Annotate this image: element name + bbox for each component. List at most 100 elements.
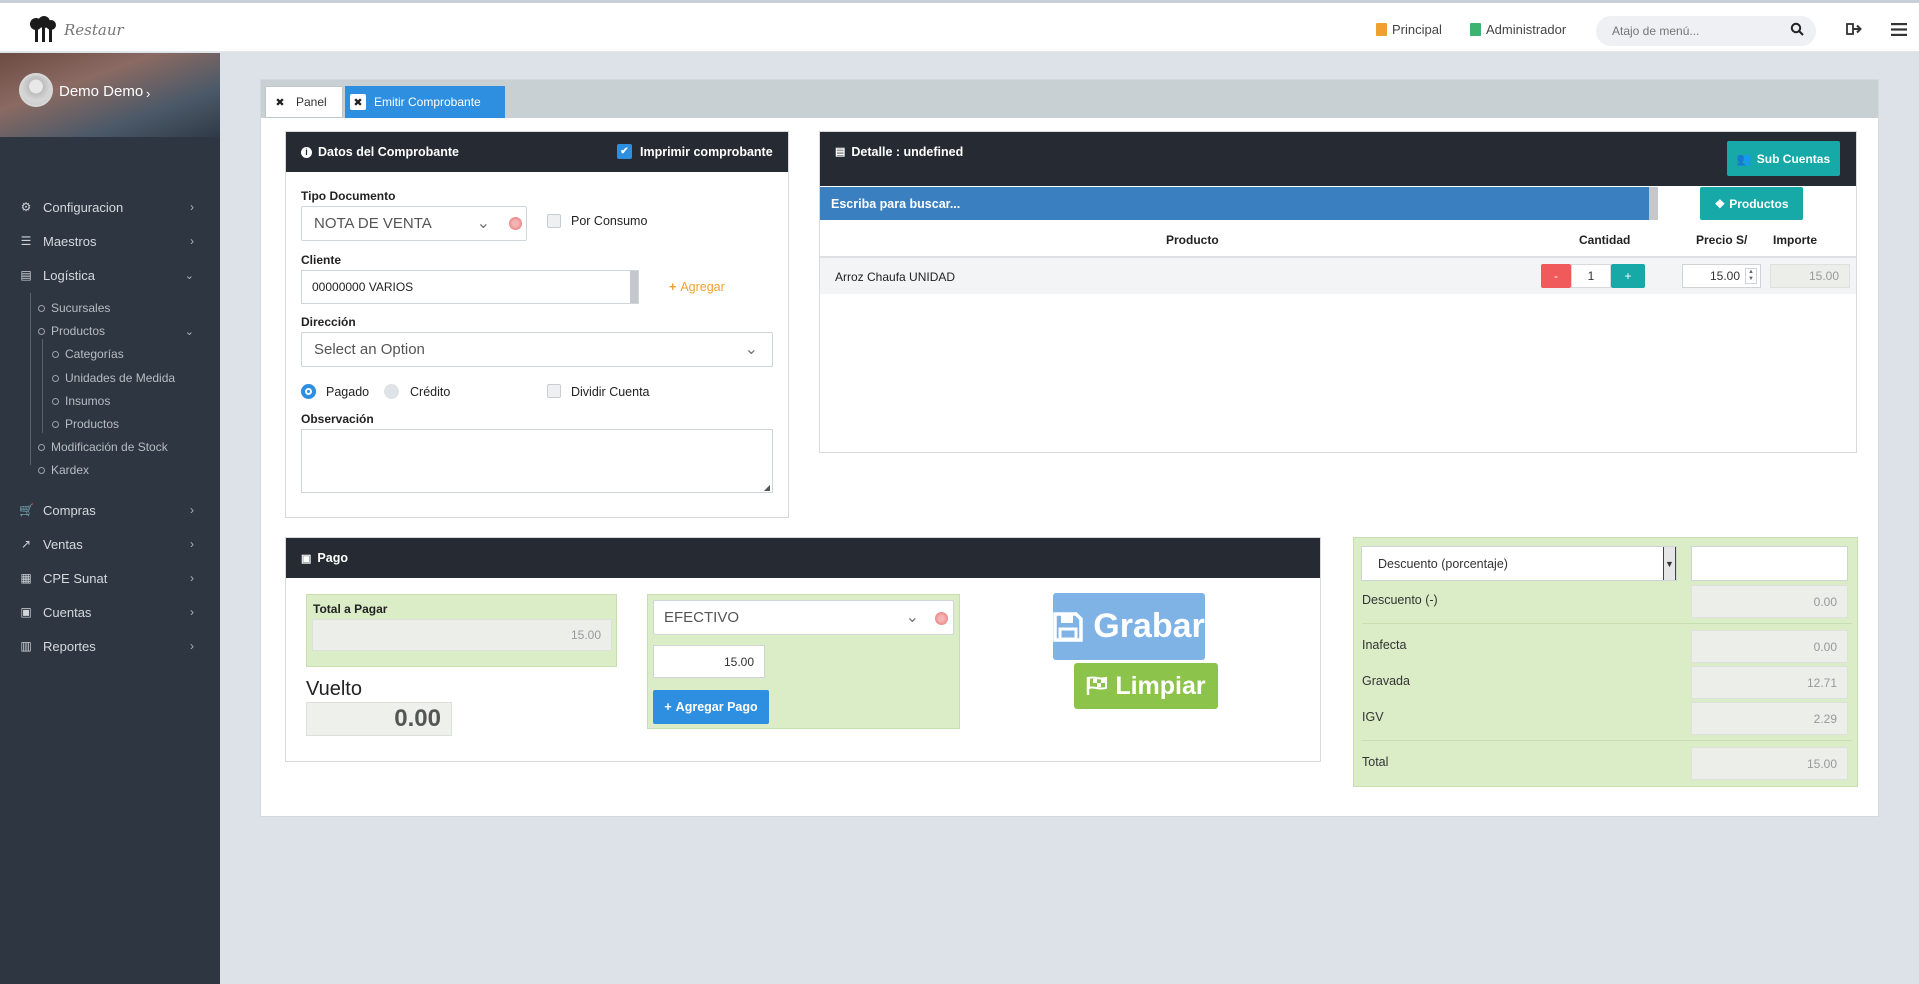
menu-shortcut-input[interactable] [1596,16,1776,46]
tree-line [30,293,31,465]
observacion-textarea[interactable]: ◢ [301,429,773,493]
total-pagar-value: 15.00 [312,619,612,651]
total-value: 15.00 [1691,747,1848,780]
search-icon[interactable] [1790,22,1804,36]
vuelto-value: 0.00 [306,702,452,736]
user-profile[interactable]: Demo Demo › [0,53,220,137]
observacion-label: Observación [301,412,374,426]
producto-search-placeholder: Escriba para buscar... [831,196,961,211]
sidebar-item-maestros[interactable]: ☰ Maestros › [0,224,220,258]
flag-checkered-icon [1087,676,1108,695]
sidebar-item-label: Kardex [51,463,90,477]
list-icon: ☰ [20,234,32,248]
direccion-value: Select an Option [314,341,425,358]
por-consumo-checkbox[interactable] [547,214,561,228]
productos-label: Productos [1729,196,1789,211]
pago-header: ▣ Pago [286,538,1320,578]
productos-button[interactable]: ❖ Productos [1700,187,1803,220]
imprimir-checkbox[interactable]: ✔ [617,144,632,159]
sidebar-item-modificacion-stock[interactable]: Modificación de Stock [38,436,168,458]
dividir-cuenta-checkbox[interactable] [547,384,561,398]
scroll-handle [1649,187,1658,220]
cliente-input[interactable]: 00000000 VARIOS [301,270,639,304]
tab-panel[interactable]: ✖ Panel [265,86,343,118]
user-badge-icon [1470,23,1481,36]
total-pagar-label: Total a Pagar [313,602,388,616]
tab-bar: ✖ Panel ✖ Emitir Comprobante [261,80,1878,118]
sidebar-item-label: Modificación de Stock [51,440,168,454]
sidebar-item-kardex[interactable]: Kardex [38,459,89,481]
chef-hat-logo-icon [30,16,56,42]
menu-shortcut-search [1596,16,1816,46]
limpiar-button[interactable]: Limpiar [1074,663,1218,709]
close-icon[interactable]: ✖ [272,94,288,110]
agregar-cliente-link[interactable]: + Agregar [669,280,725,294]
agregar-pago-button[interactable]: + Agregar Pago [653,690,769,724]
increase-button[interactable]: + [1611,264,1645,288]
cantidad-input[interactable]: 1 [1571,264,1611,288]
cliente-value: 00000000 VARIOS [312,280,414,294]
hamburger-menu-icon[interactable] [1891,23,1907,36]
spinner-icon[interactable]: ▲ ▼ [1745,268,1757,284]
table-row: Arroz Chaufa UNIDAD - 1 + 15.00 ▲ ▼ 15.00 [820,258,1856,294]
pago-title: Pago [317,551,348,565]
logo[interactable]: Restaur [28,15,124,45]
circle-icon [38,443,45,451]
sub-cuentas-button[interactable]: 👥 Sub Cuentas [1727,141,1840,176]
metodo-pago-box: EFECTIVO ⌄ 15.00 + Agregar Pago [647,594,960,729]
pagado-radio[interactable] [301,384,316,399]
col-producto: Producto [1166,233,1219,247]
principal-label: Principal [1392,22,1442,37]
sidebar-item-cpe-sunat[interactable]: ▦ CPE Sunat › [0,561,220,595]
producto-search-bar[interactable]: Escriba para buscar... [820,187,1649,220]
por-consumo-label: Por Consumo [571,214,648,228]
precio-input[interactable]: 15.00 ▲ ▼ [1682,264,1761,288]
row-producto: Arroz Chaufa UNIDAD [835,270,956,284]
tipo-documento-select[interactable]: NOTA DE VENTA ⌄ [301,206,527,241]
inafecta-value: 0.00 [1691,630,1848,663]
sidebar-item-label: Ventas [43,536,83,552]
chevron-right-icon: › [146,86,151,101]
plus-icon: + [664,700,672,714]
decrease-button[interactable]: - [1541,264,1571,288]
grabar-button[interactable]: Grabar [1053,593,1205,660]
tab-emitir-comprobante[interactable]: ✖ Emitir Comprobante [345,86,505,118]
sidebar-item-productos-sub[interactable]: Productos [52,413,119,435]
sidebar-item-compras[interactable]: 🛒 Compras › [0,493,220,527]
sidebar-item-reportes[interactable]: ▥ Reportes › [0,629,220,663]
inafecta-label: Inafecta [1362,638,1407,652]
sidebar-item-unidades[interactable]: Unidades de Medida [52,367,175,389]
circle-icon [38,327,45,335]
sidebar-item-categorias[interactable]: Categorías [52,343,124,365]
sidebar-item-sucursales[interactable]: Sucursales [38,297,110,319]
sidebar-item-label: Compras [43,502,96,518]
sidebar-item-label: Maestros [43,233,97,249]
clear-icon[interactable] [935,612,948,625]
sidebar-item-productos[interactable]: Productos ⌄ [38,320,220,342]
metodo-pago-select[interactable]: EFECTIVO ⌄ [653,600,954,635]
descuento-tipo-select[interactable]: Descuento (porcentaje) ▼ [1361,546,1677,581]
direccion-label: Dirección [301,315,356,329]
sidebar-item-configuracion[interactable]: ⚙ Configuracion › [0,190,220,224]
monto-input[interactable]: 15.00 [653,645,765,678]
user-name: Demo Demo [59,83,144,100]
sidebar-item-ventas[interactable]: ↗ Ventas › [0,527,220,561]
detalle-header: ▤ Detalle : undefined [820,132,1856,186]
principal-link[interactable]: Principal [1376,22,1442,37]
administrador-link[interactable]: Administrador [1470,22,1566,37]
home-icon [1376,23,1387,36]
credito-radio[interactable] [384,384,399,399]
close-icon[interactable]: ✖ [350,94,366,110]
administrador-label: Administrador [1486,22,1567,37]
sidebar-item-insumos[interactable]: Insumos [52,390,110,412]
agregar-label: Agregar [680,280,725,294]
importe-value: 15.00 [1770,264,1850,288]
descuento-input[interactable] [1691,546,1848,581]
sidebar-item-cuentas[interactable]: ▣ Cuentas › [0,595,220,629]
direccion-select[interactable]: Select an Option ⌄ [301,332,773,367]
clear-icon[interactable] [509,217,522,230]
sidebar-item-logistica[interactable]: ▤ Logística ⌄ [0,258,220,292]
plus-icon: + [669,280,677,294]
sidebar: Demo Demo › ⚙ Configuracion › ☰ Maestros… [0,53,220,984]
logout-icon[interactable] [1846,22,1862,36]
